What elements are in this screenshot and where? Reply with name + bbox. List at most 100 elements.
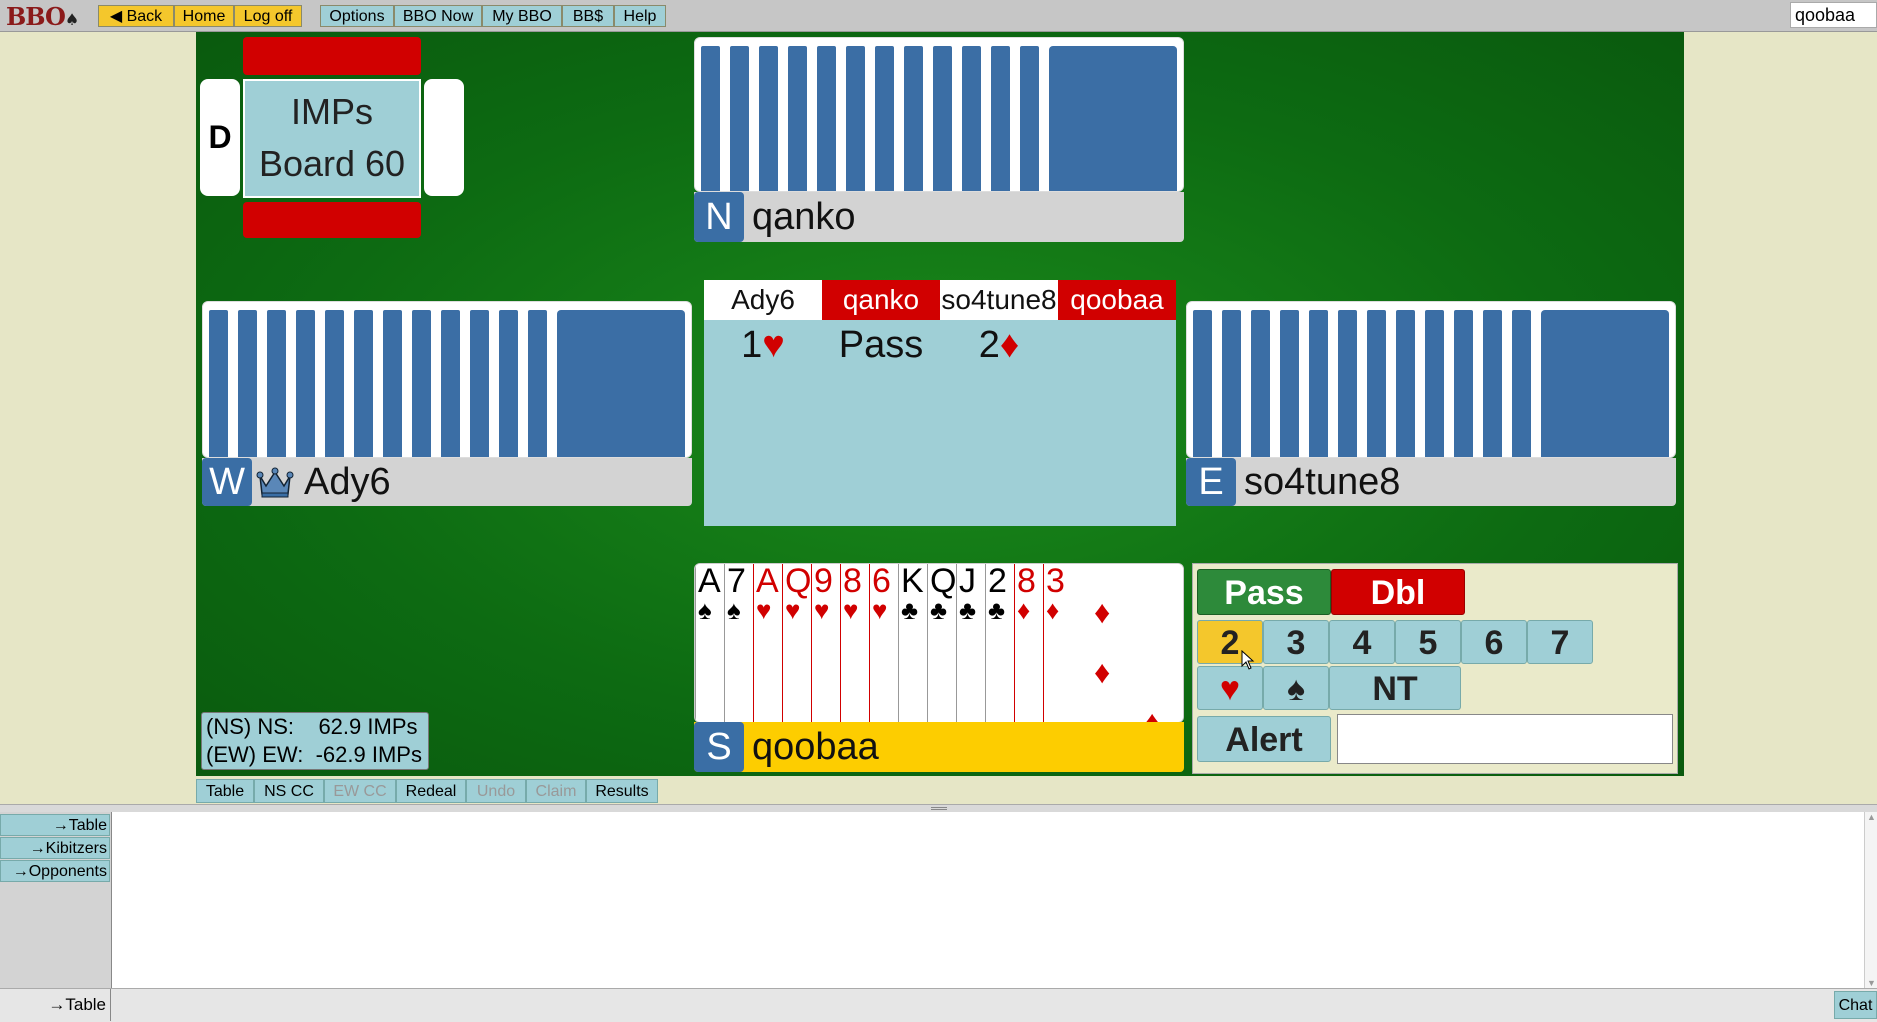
card-back <box>468 308 491 457</box>
tab-claim[interactable]: Claim <box>526 779 586 803</box>
card-back <box>699 44 722 191</box>
card-back <box>902 44 925 191</box>
home-button[interactable]: Home <box>174 5 234 27</box>
pass-button[interactable]: Pass <box>1197 569 1331 615</box>
card-back <box>207 308 230 457</box>
level-3-button[interactable]: 3 <box>1263 620 1329 664</box>
level-4-button[interactable]: 4 <box>1329 620 1395 664</box>
card-back <box>844 44 867 191</box>
east-player-name[interactable]: so4tune8 <box>1244 458 1400 506</box>
bbo-logo[interactable]: BBO♠ <box>6 2 84 31</box>
options-button[interactable]: Options <box>320 5 394 27</box>
my-bbo-button[interactable]: My BBO <box>482 5 562 27</box>
card-rank: 3 <box>1046 563 1065 600</box>
spade-icon[interactable]: ♠ <box>1263 666 1329 710</box>
chat-log <box>112 812 1864 988</box>
crown-icon <box>256 464 294 500</box>
tab-undo[interactable]: Undo <box>466 779 526 803</box>
card-back <box>1047 44 1179 191</box>
card-back <box>236 308 259 457</box>
tab-ew-cc[interactable]: EW CC <box>324 779 396 803</box>
tab-results[interactable]: Results <box>586 779 658 803</box>
north-seat-label: N <box>694 192 744 242</box>
card-back <box>526 308 549 457</box>
back-button[interactable]: ◀ Back <box>98 5 174 27</box>
vulnerability-north <box>243 37 421 75</box>
bid-north-1: Pass <box>838 324 924 366</box>
spade-icon: ♠ <box>64 10 79 29</box>
bidding-box: Pass Dbl 2 3 4 5 6 7 ♥ ♠ NT Alert <box>1192 563 1678 774</box>
east-nameplate: E so4tune8 <box>1186 458 1676 506</box>
bid-east-1: 2♦ <box>978 324 1020 366</box>
card-back <box>873 44 896 191</box>
auction-header-north: qanko <box>822 280 940 320</box>
card-back <box>1394 308 1417 457</box>
card-back <box>931 44 954 191</box>
chat-target-table[interactable]: →Table <box>0 814 110 836</box>
card-suit-icon: ♦ <box>1046 595 1060 625</box>
card-back <box>1249 308 1272 457</box>
south-seat-label: S <box>694 722 744 772</box>
vulnerability-south <box>243 202 421 238</box>
help-button[interactable]: Help <box>614 5 666 27</box>
card-back <box>728 44 751 191</box>
chat-input[interactable] <box>112 991 1836 1021</box>
heart-icon: ♥ <box>762 324 785 366</box>
chat-input-row: →Table Chat <box>0 988 1877 1022</box>
logoff-button[interactable]: Log off <box>234 5 302 27</box>
north-player-name[interactable]: qanko <box>752 192 856 242</box>
tab-ns-cc[interactable]: NS CC <box>254 779 324 803</box>
score-panel: (NS) NS: 62.9 IMPs (EW) EW: -62.9 IMPs <box>201 712 429 770</box>
west-player-name[interactable]: Ady6 <box>304 458 391 506</box>
north-hand <box>694 37 1184 192</box>
diamond-icon: ♦ <box>1094 654 1111 690</box>
west-hand <box>202 301 692 458</box>
level-6-button[interactable]: 6 <box>1461 620 1527 664</box>
chat-current-target[interactable]: →Table <box>0 989 111 1021</box>
tab-redeal[interactable]: Redeal <box>396 779 466 803</box>
auction-header-south: qoobaa <box>1058 280 1176 320</box>
north-nameplate: N qanko <box>694 192 1184 242</box>
west-nameplate: W Ady6 <box>202 458 692 506</box>
bid-west-1: 1♥ <box>741 324 785 366</box>
playing-card[interactable]: 3 ♦ ♦ ♦ ♦ <box>1043 563 1183 722</box>
alert-explanation-input[interactable] <box>1337 714 1673 764</box>
tab-table[interactable]: Table <box>196 779 254 803</box>
double-button[interactable]: Dbl <box>1331 569 1465 615</box>
card-back <box>352 308 375 457</box>
dealer-marker: D <box>208 119 232 155</box>
card-back <box>989 44 1012 191</box>
card-back <box>757 44 780 191</box>
chat-scrollbar[interactable]: ▲ ▼ <box>1864 812 1877 988</box>
notrump-button[interactable]: NT <box>1329 666 1461 710</box>
scroll-down-icon[interactable]: ▼ <box>1865 978 1877 988</box>
alert-button[interactable]: Alert <box>1197 716 1331 762</box>
card-back <box>294 308 317 457</box>
vulnerability-east <box>424 79 464 196</box>
card-back <box>323 308 346 457</box>
south-nameplate: S qoobaa <box>694 722 1184 772</box>
card-back <box>786 44 809 191</box>
scoring-type: IMPs <box>290 91 373 132</box>
auction-header-east: so4tune8 <box>940 280 1058 320</box>
bbo-now-button[interactable]: BBO Now <box>394 5 482 27</box>
chat-target-opponents[interactable]: →Opponents <box>0 860 110 882</box>
diamond-icon: ♦ <box>999 324 1020 366</box>
scroll-up-icon[interactable]: ▲ <box>1865 812 1877 822</box>
south-player-name[interactable]: qoobaa <box>752 722 879 772</box>
level-7-button[interactable]: 7 <box>1527 620 1593 664</box>
card-back <box>960 44 983 191</box>
chat-target-kibitzers[interactable]: →Kibitzers <box>0 837 110 859</box>
username-label[interactable]: qoobaa <box>1790 2 1877 28</box>
auction-panel: Ady6 qanko so4tune8 qoobaa 1♥ Pass 2♦ <box>704 280 1176 526</box>
card-back <box>497 308 520 457</box>
level-5-button[interactable]: 5 <box>1395 620 1461 664</box>
heart-icon[interactable]: ♥ <box>1197 666 1263 710</box>
card-back <box>1307 308 1330 457</box>
card-back <box>1336 308 1359 457</box>
board-info: IMPs Board 60 <box>243 79 421 198</box>
chat-send-button[interactable]: Chat <box>1834 991 1877 1019</box>
card-back <box>381 308 404 457</box>
bb-dollar-button[interactable]: BB$ <box>562 5 614 27</box>
south-hand: A ♠ 7 ♠ A ♥ Q ♥ 9 ♥ 8 ♥ 6 ♥ K ♣ Q ♣ J ♣ 2 ♣ 8 ♦ 3 ♦ ♦ ♦ ♦ <box>694 563 1184 723</box>
